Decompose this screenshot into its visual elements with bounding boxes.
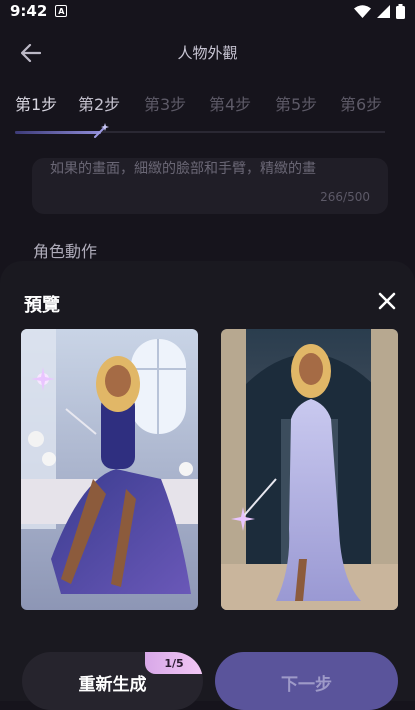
wifi-icon [354, 4, 371, 18]
regenerate-button[interactable]: 重新生成 1/5 [22, 652, 203, 710]
preview-image-2[interactable] [221, 329, 398, 610]
step-tab-1[interactable]: 第1步 [15, 91, 57, 115]
preview-image-1[interactable] [21, 329, 198, 610]
status-icons [354, 3, 405, 19]
page-title: 人物外觀 [177, 44, 238, 62]
description-field[interactable]: 如果的畫面，細緻的臉部和手臂，精緻的畫 266/500 [32, 158, 388, 214]
status-bar: 9:42 A [0, 0, 415, 22]
step-tab-2[interactable]: 第2步 [78, 91, 120, 115]
preview-illustration-2 [221, 329, 398, 610]
preview-illustration-1 [21, 329, 198, 610]
step-tab-6[interactable]: 第6步 [340, 91, 382, 115]
top-bar: 人物外觀 [0, 30, 415, 74]
regenerate-count-badge: 1/5 [145, 652, 203, 674]
status-time: 9:42 [10, 2, 48, 20]
char-counter: 266/500 [320, 190, 370, 204]
battery-icon [396, 3, 405, 19]
step-tab-4[interactable]: 第4步 [209, 91, 251, 115]
step-tab-5[interactable]: 第5步 [275, 91, 317, 115]
signal-icon [377, 4, 390, 18]
magic-wand-icon [94, 123, 109, 138]
next-step-label: 下一步 [281, 675, 332, 695]
close-button[interactable] [375, 289, 399, 313]
step-tab-3[interactable]: 第3步 [144, 91, 186, 115]
section-label-action: 角色動作 [33, 242, 98, 261]
notification-icon: A [55, 5, 68, 17]
preview-sheet: 預覽 重新生成 1/5 下一步 [0, 261, 415, 710]
sheet-title: 預覽 [24, 295, 60, 316]
close-icon [378, 292, 396, 310]
progress-fill [15, 131, 101, 134]
description-text: 如果的畫面，細緻的臉部和手臂，精緻的畫 [50, 161, 316, 177]
step-tabs: 第1步 第2步 第3步 第4步 第5步 第6步 [0, 88, 415, 118]
next-step-button[interactable]: 下一步 [215, 652, 398, 710]
